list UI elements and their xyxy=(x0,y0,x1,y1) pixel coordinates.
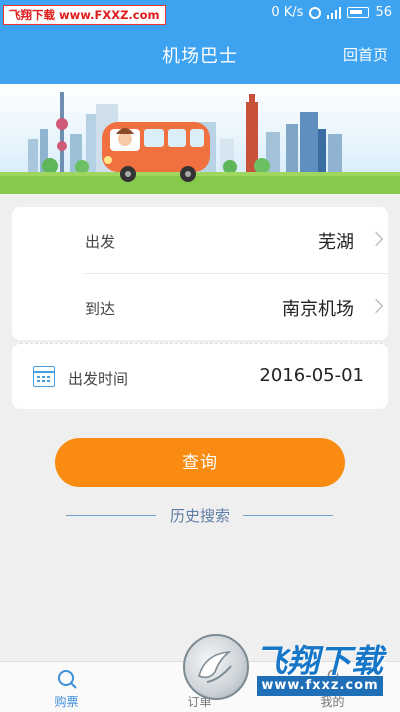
chevron-right-icon xyxy=(368,298,384,314)
search-icon xyxy=(57,670,77,689)
battery-icon xyxy=(347,7,370,18)
watermark-url: www.fxxz.com xyxy=(257,676,383,696)
arrive-value: 南京机场 xyxy=(282,299,354,320)
app-header: 机场巴士 回首页 xyxy=(0,28,400,84)
status-icons: 0 K/s 56 xyxy=(271,5,392,20)
tab-label: 购票 xyxy=(54,695,79,709)
battery-level: 56 xyxy=(375,5,392,20)
banner-illustration xyxy=(0,84,400,194)
calendar-icon xyxy=(33,366,55,387)
watermark-overlay: 飞翔下载 www.fxxz.com xyxy=(183,634,388,700)
depart-label: 出发 xyxy=(85,233,116,251)
home-button[interactable]: 回首页 xyxy=(343,44,388,65)
tab-buy-ticket[interactable]: 购票 xyxy=(0,662,133,712)
status-bar: 飞翔下载 www.FXXZ.com 0 K/s 56 xyxy=(0,0,400,28)
depart-row[interactable]: 出发 芜湖 xyxy=(12,207,388,273)
arrive-row[interactable]: 到达 南京机场 xyxy=(12,274,388,340)
watermark-badge: 飞翔下载 www.FXXZ.com xyxy=(3,5,166,25)
date-value: 2016-05-01 xyxy=(259,365,364,386)
date-label: 出发时间 xyxy=(68,370,129,388)
route-card: 出发 芜湖 到达 南京机场 xyxy=(12,207,388,340)
depart-value: 芜湖 xyxy=(318,232,354,253)
network-speed: 0 K/s xyxy=(271,5,304,20)
chevron-right-icon xyxy=(368,231,384,247)
page-title: 机场巴士 xyxy=(162,46,238,67)
divider-right xyxy=(243,515,333,516)
signal-icon xyxy=(327,6,342,19)
city-bus-illustration xyxy=(0,92,400,194)
date-row[interactable]: 出发时间 2016-05-01 xyxy=(12,343,388,409)
watermark-logo-icon xyxy=(183,634,249,700)
history-search[interactable]: 历史搜索 xyxy=(0,504,400,526)
alarm-icon xyxy=(309,6,322,19)
search-button[interactable]: 查询 xyxy=(55,438,345,487)
arrive-label: 到达 xyxy=(85,300,116,318)
history-search-label: 历史搜索 xyxy=(169,507,230,525)
